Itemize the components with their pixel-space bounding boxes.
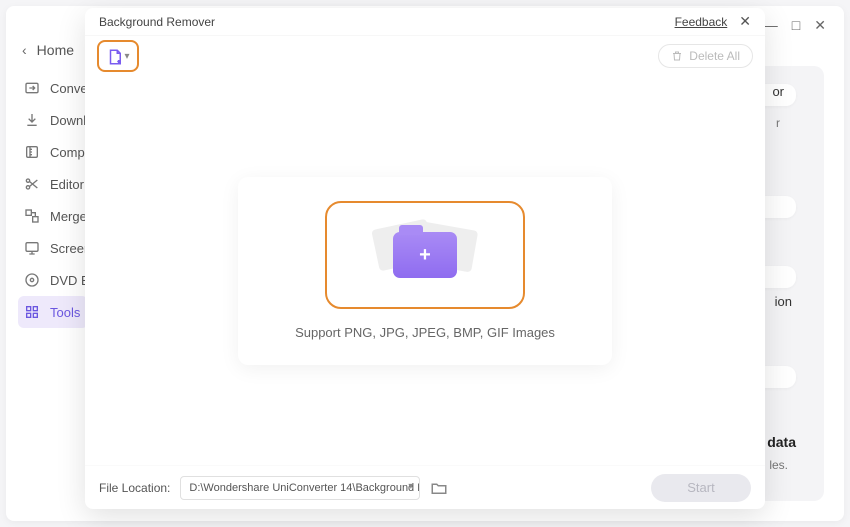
sidebar-item-merger[interactable]: Merger: [18, 200, 88, 232]
download-icon: [24, 112, 40, 128]
sidebar-item-label: Compr: [50, 145, 89, 160]
sidebar-item-converter[interactable]: Conver: [18, 72, 88, 104]
file-location-value: D:\Wondershare UniConverter 14\Backgroun…: [189, 482, 420, 494]
folder-plus-icon: +: [393, 232, 457, 278]
bg-text: les.: [769, 458, 788, 472]
drop-area: + Support PNG, JPG, JPEG, BMP, GIF Image…: [85, 76, 765, 465]
add-files-button[interactable]: ▾: [97, 40, 139, 72]
delete-all-label: Delete All: [689, 49, 740, 63]
screen-icon: [24, 240, 40, 256]
sidebar-item-screen[interactable]: Screen: [18, 232, 88, 264]
drop-card: + Support PNG, JPG, JPEG, BMP, GIF Image…: [238, 177, 612, 365]
bg-text: or: [772, 84, 784, 99]
background-remover-modal: Background Remover Feedback ✕ ▾ Delete A…: [85, 8, 765, 509]
home-label[interactable]: Home: [37, 42, 74, 58]
chevron-down-icon: ▾: [124, 51, 129, 62]
sidebar-item-dvd[interactable]: DVD B: [18, 264, 88, 296]
window-controls: — □ ✕: [764, 18, 826, 32]
bg-text: ion: [775, 294, 792, 309]
bg-text: data: [767, 434, 796, 450]
file-location-select[interactable]: D:\Wondershare UniConverter 14\Backgroun…: [180, 476, 420, 500]
converter-icon: [24, 80, 40, 96]
sidebar-item-tools[interactable]: Tools: [18, 296, 88, 328]
sidebar: ‹ Home Conver Downlo Compr Editor: [18, 36, 88, 328]
back-button[interactable]: ‹: [22, 42, 27, 58]
modal-header: Background Remover Feedback ✕: [85, 8, 765, 36]
start-label: Start: [687, 480, 714, 495]
file-location-label: File Location:: [99, 481, 170, 495]
sidebar-item-editor[interactable]: Editor: [18, 168, 88, 200]
trash-icon: [671, 50, 683, 62]
breadcrumb: ‹ Home: [18, 36, 88, 72]
scissors-icon: [24, 176, 40, 192]
add-images-dropzone[interactable]: +: [325, 201, 525, 309]
sidebar-item-label: Editor: [50, 177, 84, 192]
close-window-button[interactable]: ✕: [814, 18, 826, 32]
delete-all-button[interactable]: Delete All: [658, 44, 753, 68]
minimize-button[interactable]: —: [764, 18, 778, 32]
feedback-link[interactable]: Feedback: [675, 15, 728, 29]
modal-toolbar: ▾ Delete All: [85, 36, 765, 76]
sidebar-item-downloader[interactable]: Downlo: [18, 104, 88, 136]
modal-footer: File Location: D:\Wondershare UniConvert…: [85, 465, 765, 509]
sidebar-item-label: Tools: [50, 305, 80, 320]
modal-title: Background Remover: [99, 15, 215, 29]
grid-icon: [24, 304, 40, 320]
merge-icon: [24, 208, 40, 224]
maximize-button[interactable]: □: [792, 18, 800, 32]
sidebar-item-compressor[interactable]: Compr: [18, 136, 88, 168]
add-file-icon: [106, 48, 122, 64]
close-icon[interactable]: ✕: [739, 13, 751, 30]
supported-formats-label: Support PNG, JPG, JPEG, BMP, GIF Images: [295, 325, 555, 340]
compress-icon: [24, 144, 40, 160]
sidebar-item-label: DVD B: [50, 273, 90, 288]
bg-text: r: [776, 116, 780, 130]
open-folder-button[interactable]: [430, 479, 448, 497]
chevron-down-icon: ▾: [408, 481, 413, 492]
disc-icon: [24, 272, 40, 288]
start-button[interactable]: Start: [651, 474, 751, 502]
